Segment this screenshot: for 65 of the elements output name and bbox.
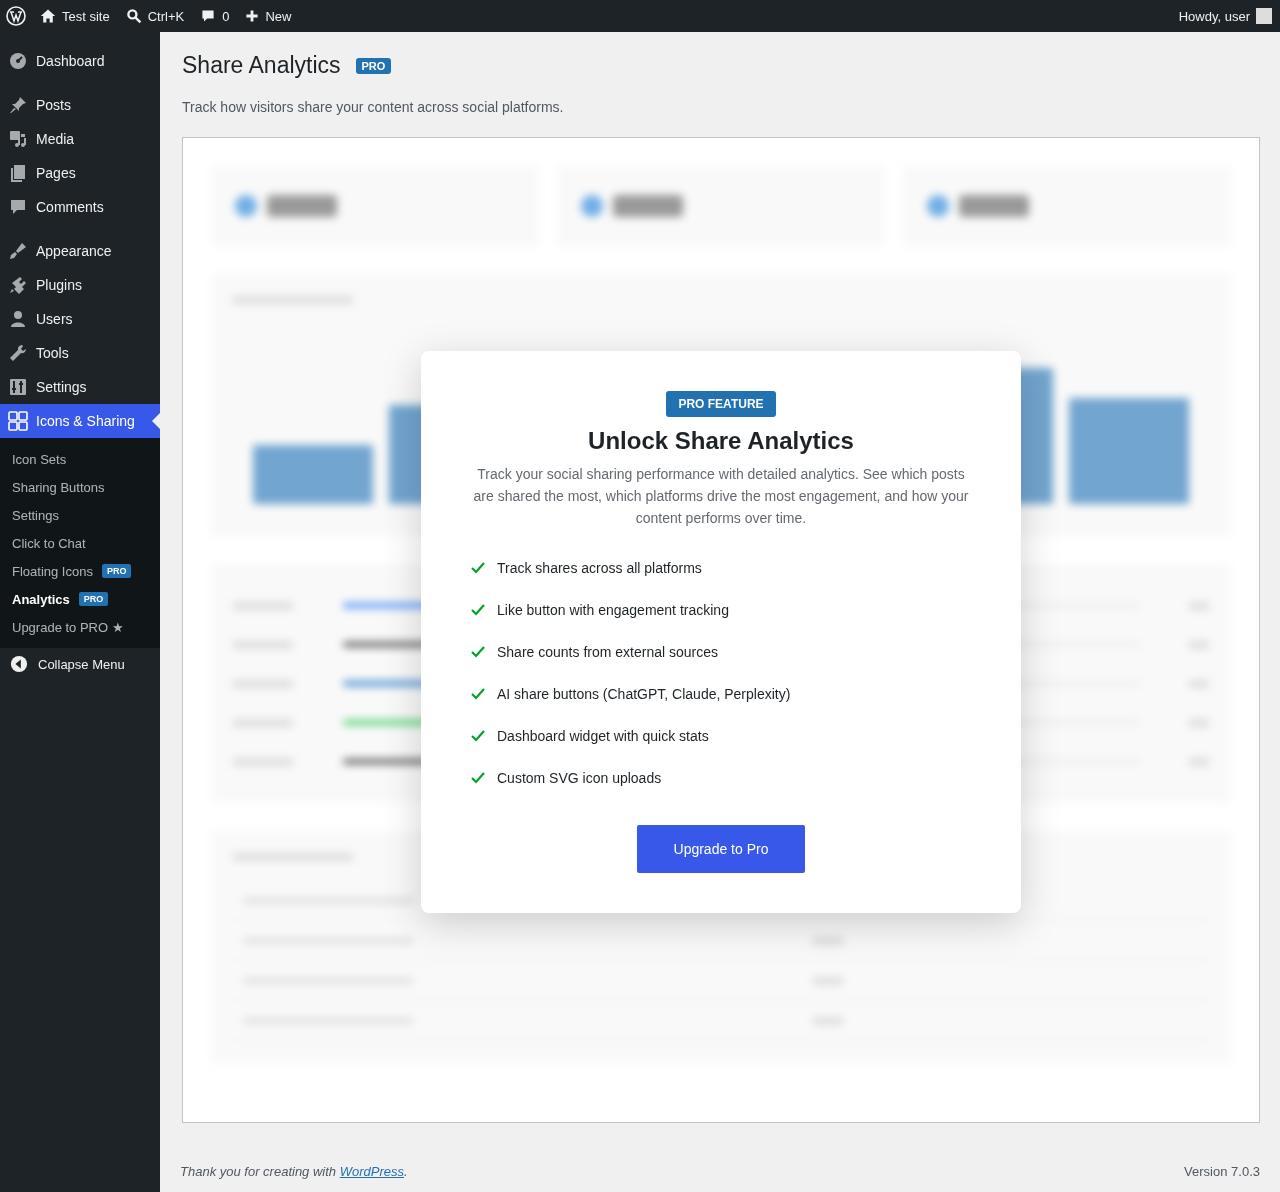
submenu-item[interactable]: Sharing Buttons <box>0 473 160 501</box>
menu-item[interactable]: Settings <box>0 370 160 404</box>
pro-feature-badge: PRO FEATURE <box>666 391 776 417</box>
menu-item[interactable]: Pages <box>0 156 160 190</box>
dialog-title: Unlock Share Analytics <box>588 427 854 455</box>
feature-text: Dashboard widget with quick stats <box>497 728 709 744</box>
check-icon <box>471 687 485 701</box>
pro-badge: PRO <box>101 564 132 578</box>
pro-badge: PRO <box>78 592 109 606</box>
check-icon <box>471 645 485 659</box>
comment-count[interactable]: 0 <box>222 8 230 24</box>
pages-icon <box>8 163 28 183</box>
comment-icon <box>8 197 28 217</box>
menu-item[interactable]: Posts <box>0 88 160 122</box>
menu-item[interactable]: Media <box>0 122 160 156</box>
plug-icon <box>8 275 28 295</box>
submenu-item[interactable]: Click to Chat <box>0 529 160 557</box>
collapse-menu-button[interactable]: Collapse Menu <box>0 648 160 680</box>
submenu-item[interactable]: Analytics PRO <box>0 585 160 613</box>
sliders-icon <box>8 377 28 397</box>
submenu-item[interactable]: Settings <box>0 501 160 529</box>
user-greeting[interactable]: Howdy, user <box>1178 8 1250 24</box>
feature-text: Custom SVG icon uploads <box>497 770 662 786</box>
menu-item[interactable]: Tools <box>0 336 160 370</box>
check-icon <box>471 603 485 617</box>
menu-item[interactable]: Plugins <box>0 268 160 302</box>
submenu-item[interactable]: Icon Sets <box>0 445 160 473</box>
pro-badge: PRO <box>355 57 392 74</box>
search-shortcut[interactable]: Ctrl+K <box>147 8 185 24</box>
wrench-icon <box>8 343 28 363</box>
user-icon <box>8 309 28 329</box>
footer-thanks: Thank you for creating with WordPress. <box>180 1164 408 1179</box>
site-name-link[interactable]: Test site <box>62 8 110 24</box>
wordpress-link[interactable]: WordPress <box>339 1164 404 1179</box>
upgrade-button[interactable]: Upgrade to Pro <box>636 825 806 873</box>
dashboard-icon <box>8 51 28 71</box>
pin-icon <box>8 95 28 115</box>
wordpress-logo-icon[interactable] <box>6 6 26 26</box>
collapse-icon <box>10 655 28 673</box>
feature-text: Like button with engagement tracking <box>497 602 729 618</box>
grid-icon <box>8 411 28 431</box>
dialog-text: Track your social sharing performance with detailed analytics. See which posts are shared the most, which platforms drive the most engagement, and how your content performs over time. <box>472 465 970 528</box>
check-icon <box>471 561 485 575</box>
menu-item[interactable]: Users <box>0 302 160 336</box>
feature-text: Track shares across all platforms <box>497 560 702 576</box>
media-icon <box>8 129 28 149</box>
menu-item[interactable]: Comments <box>0 190 160 224</box>
menu-item[interactable]: Appearance <box>0 234 160 268</box>
plus-icon[interactable] <box>245 9 260 23</box>
brush-icon <box>8 241 28 261</box>
comment-icon[interactable] <box>200 8 217 24</box>
page-title: Share Analytics <box>182 52 341 79</box>
submenu-item[interactable]: Floating Icons PRO <box>0 557 160 585</box>
feature-text: Share counts from external sources <box>497 644 718 660</box>
menu-item[interactable]: Dashboard <box>0 44 160 78</box>
page-description: Track how visitors share your content across social platforms. <box>182 99 565 115</box>
check-icon <box>471 771 485 785</box>
check-icon <box>471 729 485 743</box>
submenu-item[interactable]: Upgrade to PRO ★ <box>0 613 160 641</box>
feature-text: AI share buttons (ChatGPT, Claude, Perplexity) <box>497 686 791 702</box>
search-icon[interactable] <box>125 8 142 24</box>
new-link[interactable]: New <box>265 8 292 24</box>
menu-item[interactable]: Icons & Sharing <box>0 404 160 438</box>
home-icon[interactable] <box>40 8 56 24</box>
version-text: Version 7.0.3 <box>1184 1164 1260 1179</box>
